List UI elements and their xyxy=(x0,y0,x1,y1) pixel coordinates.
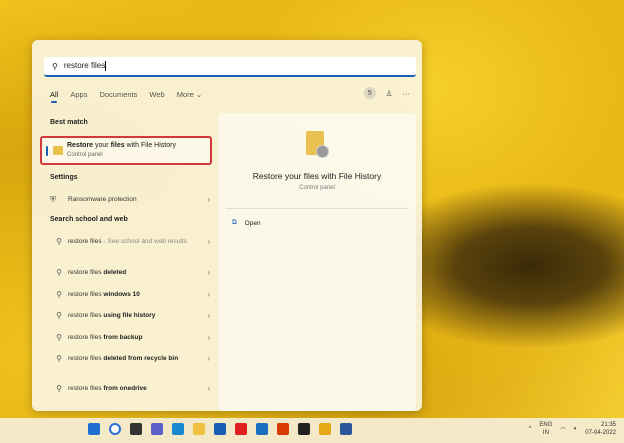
mail-icon[interactable] xyxy=(214,423,226,435)
open-action[interactable]: ⧉ Open xyxy=(232,219,261,227)
settings-item-ransomware[interactable]: ⛨ Ransomware protection › xyxy=(50,195,210,205)
clock[interactable]: 21:35 07-04-2022 xyxy=(585,421,616,437)
tab-web[interactable]: Web xyxy=(149,90,164,99)
tab-apps[interactable]: Apps xyxy=(70,90,87,99)
search-input[interactable]: ⚲ restore files xyxy=(44,57,416,77)
open-external-icon: ⧉ xyxy=(232,219,237,226)
app-icon[interactable] xyxy=(235,423,247,435)
teams-icon[interactable] xyxy=(151,423,163,435)
search-icon: ⚲ xyxy=(56,384,62,393)
search-icon: ⚲ xyxy=(56,290,62,299)
task-view-icon[interactable] xyxy=(130,423,142,435)
settings-heading: Settings xyxy=(50,174,78,181)
web-heading: Search school and web xyxy=(50,216,128,223)
search-icon: ⚲ xyxy=(52,61,58,71)
chevron-right-icon: › xyxy=(207,195,210,204)
more-options-icon[interactable]: ··· xyxy=(403,89,411,98)
web-result[interactable]: ⚲ restore files using file history › xyxy=(50,311,210,321)
search-icon: ⚲ xyxy=(56,311,62,320)
dropbox-icon[interactable] xyxy=(298,423,310,435)
web-result[interactable]: ⚲ restore files windows 10 › xyxy=(50,290,210,300)
search-icon[interactable] xyxy=(109,423,121,435)
office-icon[interactable] xyxy=(277,423,289,435)
chevron-down-icon: ⌄ xyxy=(195,90,203,99)
search-icon: ⚲ xyxy=(56,237,62,246)
start-icon[interactable] xyxy=(88,423,100,435)
edge-icon[interactable] xyxy=(172,423,184,435)
web-result[interactable]: ⚲ restore files - See school and web resu… xyxy=(50,237,210,247)
search-icon: ⚲ xyxy=(56,354,62,363)
preview-pane: Restore your files with File History Con… xyxy=(218,113,416,411)
web-result[interactable]: ⚲ restore files from onedrive › xyxy=(50,384,210,394)
shield-icon: ⛨ xyxy=(50,195,56,204)
search-icon: ⚲ xyxy=(56,268,62,277)
wifi-icon[interactable]: ◠ xyxy=(560,426,565,433)
web-result[interactable]: ⚲ restore files deleted from recycle bin › xyxy=(50,354,210,364)
word-icon[interactable] xyxy=(340,423,352,435)
rewards-badge[interactable]: 5 xyxy=(363,87,376,99)
clock-icon xyxy=(316,145,329,158)
chevron-up-icon[interactable]: ^ xyxy=(529,426,532,432)
volume-icon[interactable]: 🔈︎ xyxy=(574,426,578,433)
best-match-item[interactable]: Restore your files with File History Con… xyxy=(40,136,212,165)
search-icon: ⚲ xyxy=(56,333,62,342)
start-search-panel: ⚲ restore files All Apps Documents Web M… xyxy=(32,40,422,411)
tab-all[interactable]: All xyxy=(50,90,58,103)
tab-more[interactable]: More ⌄ xyxy=(177,90,202,99)
file-history-icon xyxy=(53,146,63,155)
taskbar: ^ ENG IN ◠ 🔈︎ 21:35 07-04-2022 xyxy=(0,418,624,443)
language-indicator[interactable]: ENG IN xyxy=(539,421,552,437)
account-icon[interactable]: ♙ xyxy=(386,89,393,98)
file-explorer-icon[interactable] xyxy=(193,423,205,435)
app-icon[interactable] xyxy=(256,423,268,435)
tab-documents[interactable]: Documents xyxy=(99,90,137,99)
chrome-icon[interactable] xyxy=(319,423,331,435)
best-match-heading: Best match xyxy=(50,119,88,126)
web-result[interactable]: ⚲ restore files deleted › xyxy=(50,268,210,278)
web-result[interactable]: ⚲ restore files from backup › xyxy=(50,333,210,343)
